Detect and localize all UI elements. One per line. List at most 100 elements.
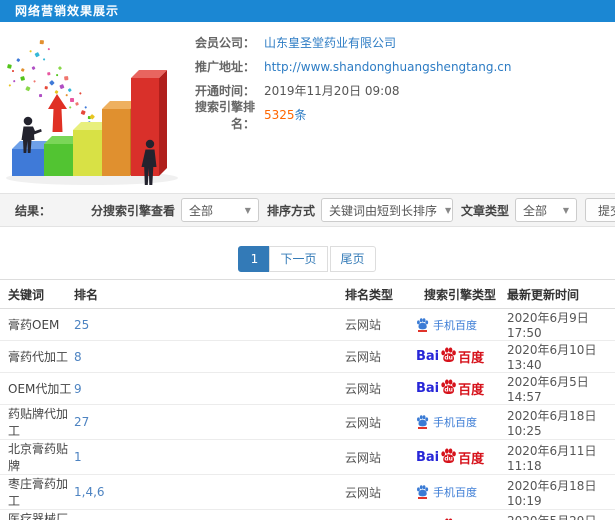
table-header-row: 关键词 排名 排名类型 搜索引擎类型 最新更新时间 <box>0 279 615 309</box>
promo-url-row: 推广地址： http://www.shandonghuangshengtang.… <box>175 59 511 75</box>
table-row: 枣庄膏药加工 1,4,6 云网站 手机百度 2020年6月18日 10:19 <box>0 474 615 510</box>
open-time-value: 2019年11月20日 09:08 <box>264 84 400 98</box>
keyword-cell: 枣庄膏药加工 <box>8 477 69 508</box>
engine-filter-label: 分搜索引擎查看 <box>90 203 175 218</box>
growth-chart-illustration <box>6 40 178 185</box>
mobile-baidu-logo: 手机百度 <box>416 484 477 500</box>
paw-underline <box>418 329 427 332</box>
mobile-baidu-logo: 手机百度 <box>416 414 477 430</box>
keyword-cell: 膏药OEM <box>8 318 60 332</box>
chevron-down-icon: ▼ <box>444 205 452 215</box>
open-time-label: 开通时间： <box>194 84 255 98</box>
page-number-current[interactable]: 1 <box>238 246 271 272</box>
paw-underline <box>418 497 427 499</box>
up-arrow-icon <box>48 94 67 132</box>
rank-cell[interactable]: 25 <box>74 318 89 332</box>
rank-type-cell: 云网站 <box>345 318 382 332</box>
filter-controls: 分搜索引擎查看 全部▼ 排序方式 关键词由短到长排序▼ 文章类型 全部▼ 提交 <box>83 198 615 222</box>
baidu-bai-text: Bai <box>416 449 440 465</box>
col-header-engine-type: 搜索引擎类型 <box>410 279 507 309</box>
keyword-cell: 北京膏药贴牌 <box>8 442 69 473</box>
sort-filter-select[interactable]: 关键词由短到长排序 ▼ <box>320 198 453 222</box>
baidu-paw-icon <box>416 317 429 332</box>
result-label: 结果： <box>15 203 52 218</box>
sort-filter-label: 排序方式 <box>266 203 315 218</box>
chevron-down-icon: ▼ <box>244 205 251 215</box>
member-company-row: 会员公司： 山东皇圣堂药业有限公司 <box>175 35 511 50</box>
rank-type-cell: 云网站 <box>345 415 382 430</box>
rank-cell[interactable]: 9 <box>74 382 82 396</box>
member-company-link[interactable]: 山东皇圣堂药业有限公司 <box>264 36 396 50</box>
baidu-du-text: du <box>444 455 453 463</box>
update-time-cell: 2020年6月10日 13:40 <box>507 343 597 372</box>
baidu-paw-icon: du <box>440 347 457 366</box>
rank-cell[interactable]: 1 <box>74 450 82 464</box>
col-header-update-time: 最新更新时间 <box>507 279 615 309</box>
baidu-logo: Bai du 百度 <box>416 379 484 398</box>
update-time-cell: 2020年6月11日 11:18 <box>507 443 597 473</box>
promo-url-link[interactable]: http://www.shandonghuangshengtang.cn <box>264 60 511 74</box>
submit-button[interactable]: 提交 <box>584 198 615 222</box>
table-row: 药贴牌代加工 27 云网站 手机百度 2020年6月18日 10:25 <box>0 404 615 440</box>
baidu-logo: Bai du 百度 <box>416 447 485 467</box>
baidu-du-text: du <box>444 354 453 362</box>
baidu-cn-text: 百度 <box>458 383 485 398</box>
chevron-down-icon: ▼ <box>562 205 569 215</box>
col-header-rank-type: 排名类型 <box>345 279 410 309</box>
baidu-paw-icon: du <box>440 447 457 467</box>
table-row: OEM代加工 9 云网站 Bai du 百度 2020年6月5日 14:57 <box>0 372 615 405</box>
rank-cell[interactable]: 1,4,6 <box>74 485 105 499</box>
baidu-du-text: du <box>444 386 453 394</box>
engine-rank-row: 搜索引擎排名： 5325条 <box>175 100 511 131</box>
company-info: 会员公司： 山东皇圣堂药业有限公司 推广地址： http://www.shand… <box>175 35 511 131</box>
table-row: 医疗器械厂家 4 云网站 Bai du 百度 2020年5月29日 10:32 <box>0 509 615 520</box>
baidu-logo: Bai du 百度 <box>416 347 484 366</box>
page-title: 网络营销效果展示 <box>0 0 615 22</box>
keyword-cell: 药贴牌代加工 <box>8 407 69 438</box>
baidu-cn-text: 百度 <box>458 351 485 366</box>
table-row: 北京膏药贴牌 1 云网站 Bai du 百度 2020年6月11日 11:18 <box>0 439 615 475</box>
engine-rank-suffix: 条 <box>294 108 307 122</box>
last-page-button[interactable]: 尾页 <box>329 246 376 272</box>
baidu-paw-icon: du <box>440 379 457 398</box>
col-header-rank: 排名 <box>74 279 345 309</box>
update-time-cell: 2020年6月9日 17:50 <box>507 311 589 340</box>
summary-section: 会员公司： 山东皇圣堂药业有限公司 推广地址： http://www.shand… <box>0 22 615 193</box>
update-time-cell: 2020年6月18日 10:19 <box>507 478 597 508</box>
baidu-bai-text: Bai <box>416 381 440 396</box>
promo-url-label: 推广地址： <box>194 60 255 74</box>
open-time-row: 开通时间： 2019年11月20日 09:08 <box>175 83 511 98</box>
keyword-cell: 膏药代加工 <box>8 350 69 364</box>
rank-cell[interactable]: 8 <box>74 350 82 364</box>
rank-type-cell: 云网站 <box>345 382 382 396</box>
update-time-cell: 2020年6月18日 10:25 <box>507 408 597 438</box>
keyword-cell: 医疗器械厂家 <box>8 512 69 520</box>
mobile-baidu-label: 手机百度 <box>433 486 477 499</box>
baidu-paw-icon <box>416 485 429 499</box>
mobile-baidu-logo: 手机百度 <box>416 317 477 333</box>
rank-type-cell: 云网站 <box>345 485 382 500</box>
update-time-cell: 2020年6月5日 14:57 <box>507 375 589 404</box>
member-company-label: 会员公司： <box>194 36 255 50</box>
mobile-baidu-label: 手机百度 <box>433 318 477 332</box>
article-type-select[interactable]: 全部 ▼ <box>514 198 577 222</box>
col-header-keyword: 关键词 <box>0 279 74 309</box>
rank-type-cell: 云网站 <box>345 350 382 364</box>
keyword-cell: OEM代加工 <box>8 382 72 396</box>
update-time-cell: 2020年5月29日 10:32 <box>507 514 596 520</box>
paw-underline <box>418 427 427 429</box>
pagination: 1 下一页 尾页 <box>0 246 615 272</box>
engine-filter-select[interactable]: 全部 ▼ <box>180 198 259 222</box>
engine-rank-count: 5325 <box>264 108 295 122</box>
baidu-cn-text: 百度 <box>458 451 485 467</box>
rank-cell[interactable]: 27 <box>74 415 89 429</box>
baidu-paw-icon <box>416 415 429 429</box>
table-row: 膏药代加工 8 云网站 Bai du 百度 2020年6月10日 13:40 <box>0 340 615 373</box>
rank-type-cell: 云网站 <box>345 450 382 465</box>
filter-bar: 结果： 分搜索引擎查看 全部 ▼ 排序方式 关键词由短到长排序 ▼ 文章类型 全部 ▼… <box>0 193 615 227</box>
mobile-baidu-label: 手机百度 <box>433 416 477 429</box>
baidu-bai-text: Bai <box>416 349 440 364</box>
next-page-button[interactable]: 下一页 <box>269 246 328 272</box>
article-type-label: 文章类型 <box>460 203 509 218</box>
table-row: 膏药OEM 25 云网站 手机百度 2020年6月9日 17:50 <box>0 308 615 341</box>
